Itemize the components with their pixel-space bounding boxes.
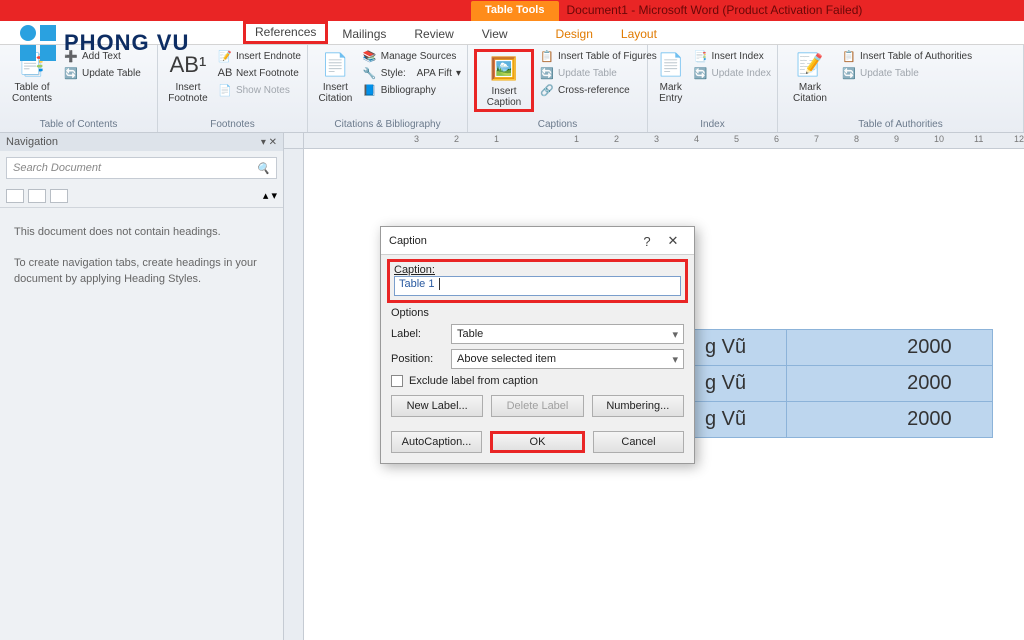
- search-icon: 🔍: [256, 162, 270, 175]
- chevron-down-icon: ▾: [672, 328, 678, 341]
- toc-label: Table of Contents: [12, 82, 52, 104]
- table-cell[interactable]: g Vũ: [695, 330, 787, 366]
- title-bar: Table Tools Document1 - Microsoft Word (…: [0, 0, 1024, 21]
- update-table-button[interactable]: 🔄Update Table: [64, 66, 141, 80]
- table-cell[interactable]: g Vũ: [695, 402, 787, 438]
- ruler-corner: [284, 133, 304, 148]
- caption-input[interactable]: Table 1: [394, 276, 681, 296]
- nav-tab-headings[interactable]: [6, 189, 24, 203]
- dialog-help-button[interactable]: ?: [634, 234, 660, 249]
- caption-field-highlight: Caption: Table 1: [387, 259, 688, 303]
- table-cell[interactable]: 2000: [787, 330, 993, 366]
- update-icon: 🔄: [64, 66, 78, 80]
- insert-caption-button[interactable]: 🖼️ Insert Caption: [478, 53, 530, 108]
- dialog-title-bar[interactable]: Caption ? ✕: [381, 227, 694, 255]
- nav-pane-title: Navigation ▾ ✕: [0, 133, 283, 151]
- update-toa-button[interactable]: 🔄Update Table: [842, 66, 972, 80]
- label-combo[interactable]: Table▾: [451, 324, 684, 344]
- group-toc-label: Table of Contents: [6, 117, 151, 130]
- nav-search-placeholder: Search Document: [13, 162, 101, 174]
- insert-table-of-figures-button[interactable]: 📋Insert Table of Figures: [540, 49, 657, 63]
- position-combo[interactable]: Above selected item▾: [451, 349, 684, 369]
- contextual-tab-table-tools: Table Tools: [471, 1, 559, 21]
- tab-view[interactable]: View: [468, 21, 522, 44]
- dialog-close-button[interactable]: ✕: [660, 233, 686, 249]
- insert-endnote-button[interactable]: 📝Insert Endnote: [218, 49, 301, 63]
- nav-pane-close-icon[interactable]: ▾ ✕: [261, 137, 277, 148]
- logo-icon: [20, 25, 56, 61]
- logo-text: PHONG VU: [64, 30, 189, 56]
- caption-dialog: Caption ? ✕ Caption: Table 1 Options Lab…: [380, 226, 695, 464]
- window-title: Document1 - Microsoft Word (Product Acti…: [559, 0, 1024, 21]
- label-label: Label:: [391, 328, 443, 340]
- position-label: Position:: [391, 353, 443, 365]
- nav-expand-icon[interactable]: ▴ ▾: [263, 189, 277, 203]
- nav-tab-pages[interactable]: [28, 189, 46, 203]
- vertical-ruler[interactable]: [284, 149, 304, 640]
- insert-citation-button[interactable]: 📄 Insert Citation: [314, 49, 357, 104]
- mark-entry-button[interactable]: 📄 Mark Entry: [654, 49, 688, 104]
- exclude-label-checkbox[interactable]: Exclude label from caption: [391, 375, 684, 387]
- insert-caption-highlight: 🖼️ Insert Caption: [474, 49, 534, 112]
- caption-icon: 🖼️: [488, 53, 520, 85]
- tab-mailings[interactable]: Mailings: [328, 21, 400, 44]
- cancel-button[interactable]: Cancel: [593, 431, 684, 453]
- group-toa-label: Table of Authorities: [784, 117, 1017, 130]
- tab-references[interactable]: References: [243, 21, 328, 44]
- citation-icon: 📄: [319, 49, 351, 81]
- delete-label-button: Delete Label: [491, 395, 583, 417]
- tab-design[interactable]: Design: [542, 21, 607, 44]
- group-footnotes-label: Footnotes: [164, 117, 301, 130]
- numbering-button[interactable]: Numbering...: [592, 395, 684, 417]
- tab-layout[interactable]: Layout: [607, 21, 671, 44]
- update-index-button[interactable]: 🔄Update Index: [694, 66, 772, 80]
- nav-search-input[interactable]: Search Document 🔍: [6, 157, 277, 179]
- word-table[interactable]: g Vũ2000g Vũ2000g Vũ2000: [694, 329, 993, 438]
- insert-toa-button[interactable]: 📋Insert Table of Authorities: [842, 49, 972, 63]
- table-cell[interactable]: 2000: [787, 366, 993, 402]
- group-citations-label: Citations & Bibliography: [314, 117, 461, 130]
- table-cell[interactable]: g Vũ: [695, 366, 787, 402]
- watermark-logo: PHONG VU: [20, 25, 189, 61]
- mark-citation-button[interactable]: 📝 Mark Citation: [784, 49, 836, 104]
- update-tof-button[interactable]: 🔄Update Table: [540, 66, 657, 80]
- mark-entry-icon: 📄: [655, 49, 687, 81]
- new-label-button[interactable]: New Label...: [391, 395, 483, 417]
- cross-reference-button[interactable]: 🔗Cross-reference: [540, 83, 657, 97]
- nav-view-tabs: ▴ ▾: [0, 185, 283, 208]
- chevron-down-icon: ▾: [672, 353, 678, 366]
- mark-citation-icon: 📝: [794, 49, 826, 81]
- ok-button[interactable]: OK: [490, 431, 585, 453]
- options-label: Options: [391, 307, 684, 319]
- checkbox-icon: [391, 375, 403, 387]
- dialog-title: Caption: [389, 235, 427, 247]
- bibliography-button[interactable]: 📘Bibliography: [363, 83, 461, 97]
- citation-style-select[interactable]: 🔧Style: APA Fift ▾: [363, 66, 461, 80]
- nav-empty-message: This document does not contain headings.…: [0, 208, 283, 304]
- manage-sources-button[interactable]: 📚Manage Sources: [363, 49, 461, 63]
- horizontal-ruler[interactable]: 321123456789101112: [304, 133, 1024, 148]
- show-notes-button[interactable]: 📄Show Notes: [218, 83, 301, 97]
- group-index-label: Index: [654, 117, 771, 130]
- insert-index-button[interactable]: 📑Insert Index: [694, 49, 772, 63]
- group-captions-label: Captions: [474, 117, 641, 130]
- tab-review[interactable]: Review: [400, 21, 467, 44]
- autocaption-button[interactable]: AutoCaption...: [391, 431, 482, 453]
- nav-tab-results[interactable]: [50, 189, 68, 203]
- next-footnote-button[interactable]: ABNext Footnote: [218, 66, 301, 80]
- table-cell[interactable]: 2000: [787, 402, 993, 438]
- navigation-pane: Navigation ▾ ✕ Search Document 🔍 ▴ ▾ Thi…: [0, 133, 284, 640]
- caption-label: Caption:: [394, 264, 681, 276]
